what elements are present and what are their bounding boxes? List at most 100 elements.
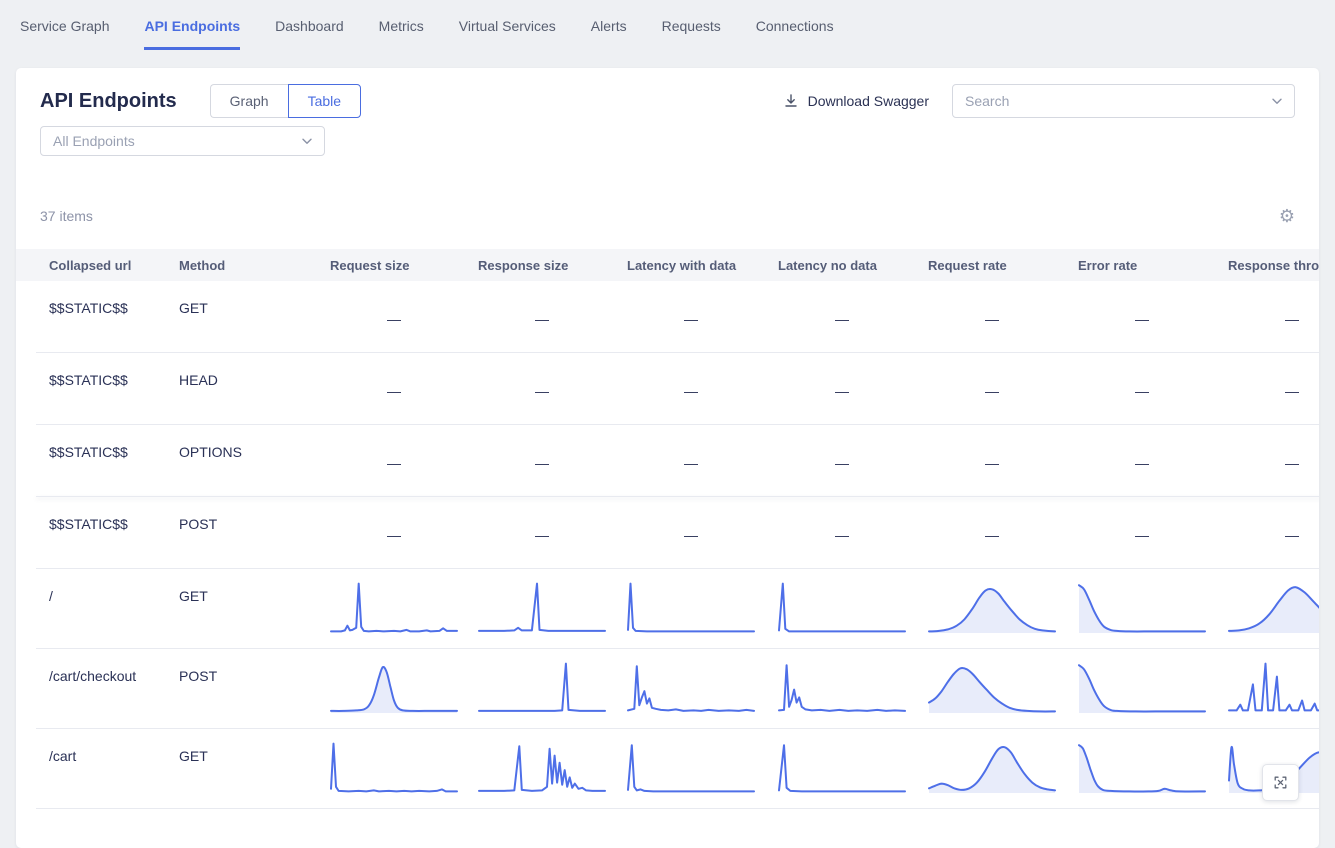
tab-connections[interactable]: Connections [756,16,834,50]
cell-empty-metric: — [928,353,1078,425]
column-header-error-rate[interactable]: Error rate [1078,258,1228,273]
cell-method: HEAD [179,353,330,425]
empty-value-dash: — [1228,372,1319,399]
cell-empty-metric: — [928,425,1078,497]
sparkline-error_rate [1078,738,1206,796]
endpoints-table: Collapsed urlMethodRequest sizeResponse … [16,249,1319,809]
table-row-get[interactable]: /GET [16,569,1319,649]
cell-error_rate [1078,569,1228,649]
table-row-static-head[interactable]: $$STATIC$$HEAD——————— [16,353,1319,425]
cell-collapsed-url: $$STATIC$$ [49,497,179,569]
cell-empty-metric: — [330,281,478,353]
sparkline-latency_no_data [778,738,906,796]
cell-latency_with_data [627,649,778,729]
sparkline-request_size [330,658,458,716]
tab-virtual-services[interactable]: Virtual Services [459,16,556,50]
table-row-static-get[interactable]: $$STATIC$$GET——————— [16,281,1319,353]
table-row-static-options[interactable]: $$STATIC$$OPTIONS——————— [16,425,1319,497]
empty-value-dash: — [778,300,906,327]
empty-value-dash: — [1078,300,1206,327]
cell-collapsed-url: / [49,569,179,649]
sparkline-response_size [478,658,606,716]
sparkline-latency_no_data [778,658,906,716]
tab-service-graph[interactable]: Service Graph [20,16,109,50]
empty-value-dash: — [1078,516,1206,543]
filter-row: All Endpoints [16,118,1319,156]
cell-empty-metric: — [778,497,928,569]
cell-empty-metric: — [928,497,1078,569]
cell-collapsed-url: $$STATIC$$ [49,425,179,497]
column-header-request-size[interactable]: Request size [330,258,478,273]
tab-alerts[interactable]: Alerts [591,16,627,50]
cell-response_throughput [1228,569,1319,649]
sparkline-latency_with_data [627,738,755,796]
download-icon [783,93,799,109]
sparkline-error_rate [1078,578,1206,636]
cell-method: OPTIONS [179,425,330,497]
table-header-row: Collapsed urlMethodRequest sizeResponse … [16,249,1319,281]
cell-empty-metric: — [1228,425,1319,497]
tab-requests[interactable]: Requests [662,16,721,50]
expand-arrows-icon [1272,774,1289,791]
cell-request_size [330,569,478,649]
table-row-static-post[interactable]: $$STATIC$$POST——————— [16,497,1319,569]
cell-response_size [478,649,627,729]
cell-empty-metric: — [627,353,778,425]
top-nav: Service Graph API Endpoints Dashboard Metri… [0,0,1335,50]
column-header-method[interactable]: Method [179,258,330,273]
cell-empty-metric: — [778,281,928,353]
empty-value-dash: — [478,300,606,327]
cell-empty-metric: — [1228,497,1319,569]
column-header-collapsed-url[interactable]: Collapsed url [49,258,179,273]
empty-value-dash: — [1228,444,1319,471]
table-settings-gear-icon[interactable]: ⚙ [1279,207,1295,225]
sparkline-request_size [330,578,458,636]
cell-response_throughput [1228,649,1319,729]
cell-empty-metric: — [478,281,627,353]
cell-empty-metric: — [928,281,1078,353]
column-header-response-size[interactable]: Response size [478,258,627,273]
cell-empty-metric: — [330,353,478,425]
table-body: $$STATIC$$GET———————$$STATIC$$HEAD——————… [16,281,1319,809]
tab-metrics[interactable]: Metrics [379,16,424,50]
tab-api-endpoints[interactable]: API Endpoints [144,16,240,50]
sparkline-response_throughput [1228,578,1319,636]
table-view-button[interactable]: Table [288,84,361,118]
cell-latency_no_data [778,729,928,809]
expand-button[interactable] [1262,764,1299,801]
endpoint-filter-select[interactable]: All Endpoints [40,126,325,156]
cell-method: GET [179,281,330,353]
graph-view-button[interactable]: Graph [210,84,288,118]
empty-value-dash: — [928,516,1056,543]
empty-value-dash: — [330,444,458,471]
empty-value-dash: — [478,372,606,399]
column-header-response-throughput[interactable]: Response throughput [1228,258,1319,273]
search-placeholder: Search [965,93,1009,109]
column-header-latency-no-data[interactable]: Latency no data [778,258,928,273]
cell-latency_with_data [627,569,778,649]
table-row-cart-get[interactable]: /cartGET [16,729,1319,809]
column-header-request-rate[interactable]: Request rate [928,258,1078,273]
column-header-latency-with-data[interactable]: Latency with data [627,258,778,273]
tab-dashboard[interactable]: Dashboard [275,16,344,50]
cell-empty-metric: — [478,497,627,569]
cell-collapsed-url: /cart [49,729,179,809]
cell-empty-metric: — [627,425,778,497]
empty-value-dash: — [478,516,606,543]
cell-empty-metric: — [330,497,478,569]
cell-latency_no_data [778,649,928,729]
cell-error_rate [1078,729,1228,809]
cell-empty-metric: — [1078,425,1228,497]
empty-value-dash: — [928,444,1056,471]
empty-value-dash: — [627,300,755,327]
cell-request_size [330,649,478,729]
cell-method: GET [179,729,330,809]
cell-request_rate [928,729,1078,809]
empty-value-dash: — [627,516,755,543]
table-row-cart-checkout-post[interactable]: /cart/checkoutPOST [16,649,1319,729]
cell-collapsed-url: $$STATIC$$ [49,353,179,425]
empty-value-dash: — [1078,372,1206,399]
search-input[interactable]: Search [952,84,1295,118]
download-swagger-button[interactable]: Download Swagger [783,93,929,109]
cell-empty-metric: — [1228,281,1319,353]
